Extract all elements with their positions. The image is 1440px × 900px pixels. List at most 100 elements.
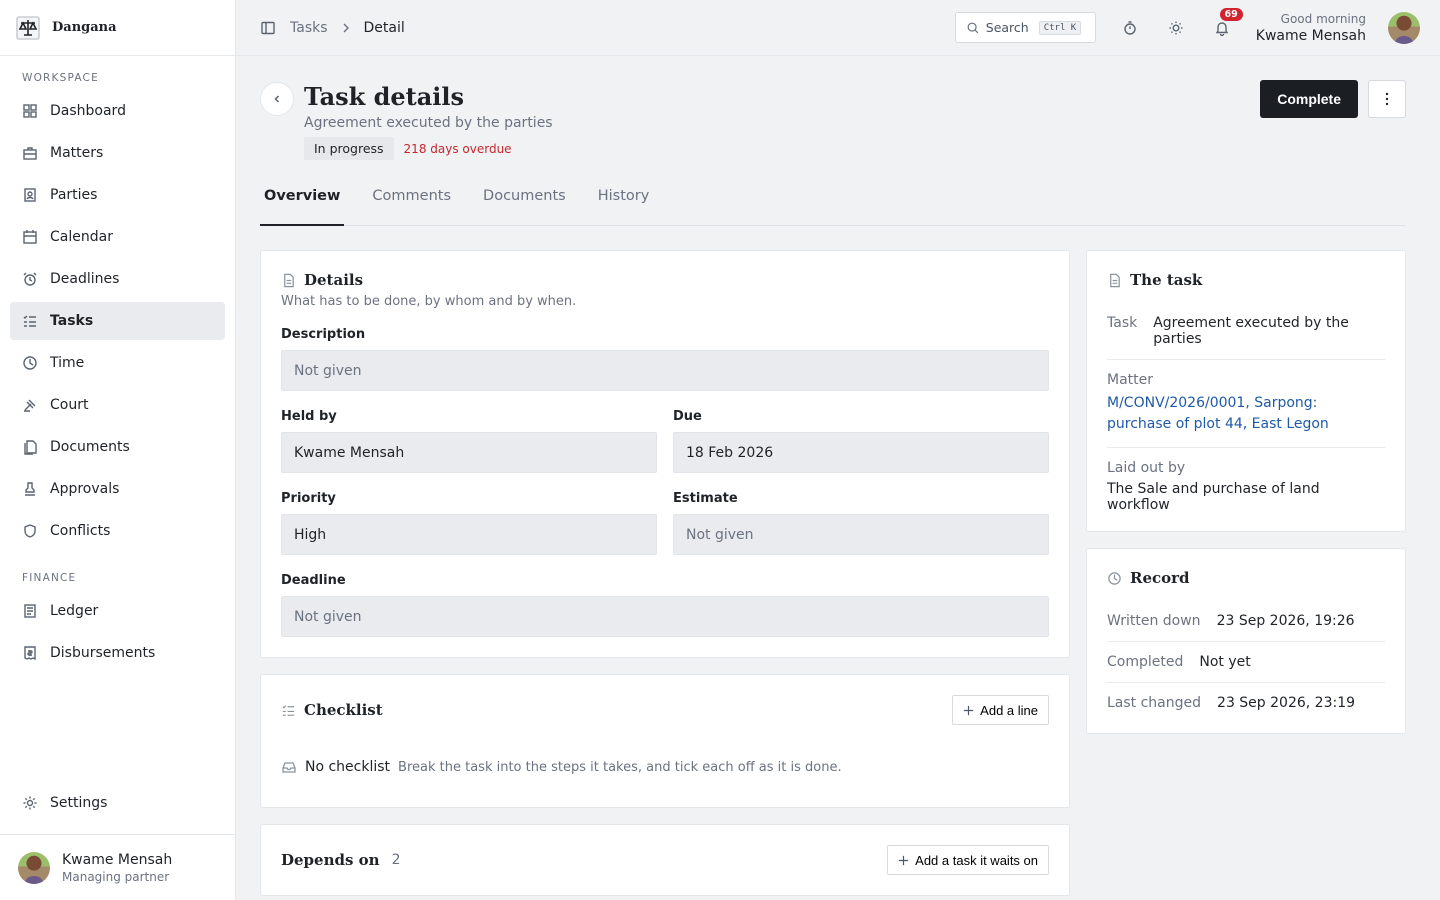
empty-checklist-title: No checklist	[305, 759, 391, 775]
description-field[interactable]: Not given	[281, 350, 1049, 391]
page-subtitle: Agreement executed by the parties	[304, 115, 553, 131]
overdue-text: 218 days overdue	[403, 141, 512, 156]
sidebar-item-tasks[interactable]: Tasks	[10, 302, 225, 340]
add-dependency-label: Add a task it waits on	[915, 852, 1038, 868]
deadline-label: Deadline	[281, 573, 346, 588]
sidebar-item-label: Disbursements	[50, 645, 156, 661]
shield-icon	[24, 524, 36, 538]
sidebar-item-label: Parties	[50, 187, 98, 203]
sidebar-item-settings[interactable]: Settings	[10, 784, 225, 822]
sidebar-item-label: Settings	[50, 795, 108, 811]
contact-icon	[24, 188, 36, 202]
checklist-empty-state: No checklist Break the task into the ste…	[281, 759, 1049, 775]
sidebar-item-approvals[interactable]: Approvals	[10, 470, 225, 508]
bell-icon	[1215, 21, 1229, 36]
estimate-label: Estimate	[673, 491, 738, 506]
plus-icon	[899, 855, 909, 865]
tab-documents[interactable]: Documents	[479, 188, 570, 226]
search-label: Search	[985, 20, 1029, 35]
sidebar-item-label: Documents	[50, 439, 130, 455]
inbox-icon	[282, 762, 296, 773]
last-changed-row: Last changed 23 Sep 2026, 23:19	[1107, 683, 1385, 723]
sidebar-item-dashboard[interactable]: Dashboard	[10, 92, 225, 130]
tab-bar: Overview Comments Documents History	[260, 188, 1406, 226]
matter-link[interactable]: M/CONV/2026/0001, Sarpong: purchase of p…	[1107, 393, 1385, 435]
avatar[interactable]	[1388, 11, 1420, 44]
user-role: Managing partner	[62, 869, 170, 884]
breadcrumb-detail: Detail	[363, 19, 405, 36]
main-area: Tasks Detail Search Ctrl K 69 Good morni…	[236, 0, 1440, 900]
sidebar-toggle-button[interactable]	[256, 16, 280, 40]
completed-label: Completed	[1107, 654, 1184, 670]
priority-label: Priority	[281, 491, 336, 506]
sidebar-item-time[interactable]: Time	[10, 344, 225, 382]
chevron-right-icon	[343, 23, 349, 32]
app-shell: Dangana WORKSPACE Dashboard Matters Part…	[0, 0, 1440, 900]
sidebar-item-calendar[interactable]: Calendar	[10, 218, 225, 256]
sidebar-item-label: Conflicts	[50, 523, 111, 539]
greeting-user-name: Kwame Mensah	[1255, 27, 1366, 44]
sidebar-item-disbursements[interactable]: Disbursements	[10, 634, 225, 672]
depends-on-count: 2	[391, 852, 401, 868]
left-column: Details What has to be done, by whom and…	[260, 250, 1070, 900]
laid-out-row: Laid out by The Sale and purchase of lan…	[1107, 448, 1385, 513]
page-title: Task details	[304, 82, 465, 111]
search-button[interactable]: Search Ctrl K	[954, 12, 1096, 43]
task-label: Task	[1107, 315, 1138, 331]
document-icon	[284, 273, 294, 287]
complete-button[interactable]: Complete	[1260, 80, 1358, 118]
sidebar-item-matters[interactable]: Matters	[10, 134, 225, 172]
due-field[interactable]: 18 Feb 2026	[673, 432, 1049, 473]
notifications-button[interactable]: 69	[1210, 7, 1243, 40]
sidebar: Dangana WORKSPACE Dashboard Matters Part…	[0, 0, 236, 900]
stamp-icon	[25, 482, 35, 496]
sidebar-item-documents[interactable]: Documents	[10, 428, 225, 466]
tab-comments[interactable]: Comments	[368, 188, 455, 226]
sun-icon	[1169, 21, 1183, 34]
task-summary-card: The task Task Agreement executed by the …	[1086, 250, 1406, 532]
last-changed-label: Last changed	[1107, 695, 1202, 711]
sidebar-footer: Settings Kwame Mensah Managing partner	[0, 784, 235, 900]
avatar	[18, 851, 50, 884]
details-title: Details	[304, 271, 364, 289]
task-row: Task Agreement executed by the parties	[1107, 303, 1385, 360]
sidebar-item-court[interactable]: Court	[10, 386, 225, 424]
priority-field[interactable]: High	[281, 514, 657, 555]
receipt-icon	[24, 646, 36, 661]
theme-toggle-button[interactable]	[1164, 16, 1188, 40]
sidebar-item-parties[interactable]: Parties	[10, 176, 225, 214]
written-down-label: Written down	[1107, 613, 1201, 629]
deadline-field[interactable]: Not given	[281, 596, 1049, 637]
sidebar-item-deadlines[interactable]: Deadlines	[10, 260, 225, 298]
breadcrumb-tasks[interactable]: Tasks	[290, 20, 328, 36]
dashboard-icon	[23, 104, 37, 118]
checklist-title: Checklist	[304, 701, 383, 719]
topbar: Tasks Detail Search Ctrl K 69 Good morni…	[236, 0, 1440, 56]
estimate-field[interactable]: Not given	[673, 514, 1049, 555]
held-by-label: Held by	[281, 409, 337, 424]
record-title: Record	[1130, 569, 1190, 587]
user-card[interactable]: Kwame Mensah Managing partner	[0, 834, 235, 900]
add-checklist-line-button[interactable]: Add a line	[952, 695, 1049, 725]
add-dependency-button[interactable]: Add a task it waits on	[887, 845, 1049, 875]
details-subtitle: What has to be done, by whom and by when…	[281, 294, 577, 309]
timer-button[interactable]	[1118, 16, 1142, 40]
brand[interactable]: Dangana	[0, 0, 235, 56]
written-down-value: 23 Sep 2026, 19:26	[1216, 613, 1355, 629]
back-button[interactable]	[260, 82, 294, 116]
more-actions-button[interactable]	[1368, 80, 1406, 118]
sidebar-item-ledger[interactable]: Ledger	[10, 592, 225, 630]
held-by-field[interactable]: Kwame Mensah	[281, 432, 657, 473]
tab-history[interactable]: History	[594, 188, 654, 226]
tab-overview[interactable]: Overview	[260, 188, 345, 226]
notification-badge: 69	[1219, 7, 1243, 21]
completed-value: Not yet	[1199, 654, 1251, 670]
briefcase-icon	[23, 147, 37, 160]
stopwatch-icon	[1124, 20, 1136, 35]
sidebar-item-conflicts[interactable]: Conflicts	[10, 512, 225, 550]
last-changed-value: 23 Sep 2026, 23:19	[1217, 695, 1356, 711]
documents-icon	[24, 440, 37, 455]
status-badge: In progress	[304, 137, 394, 160]
checklist-icon	[282, 704, 295, 716]
clock-icon	[23, 356, 37, 370]
